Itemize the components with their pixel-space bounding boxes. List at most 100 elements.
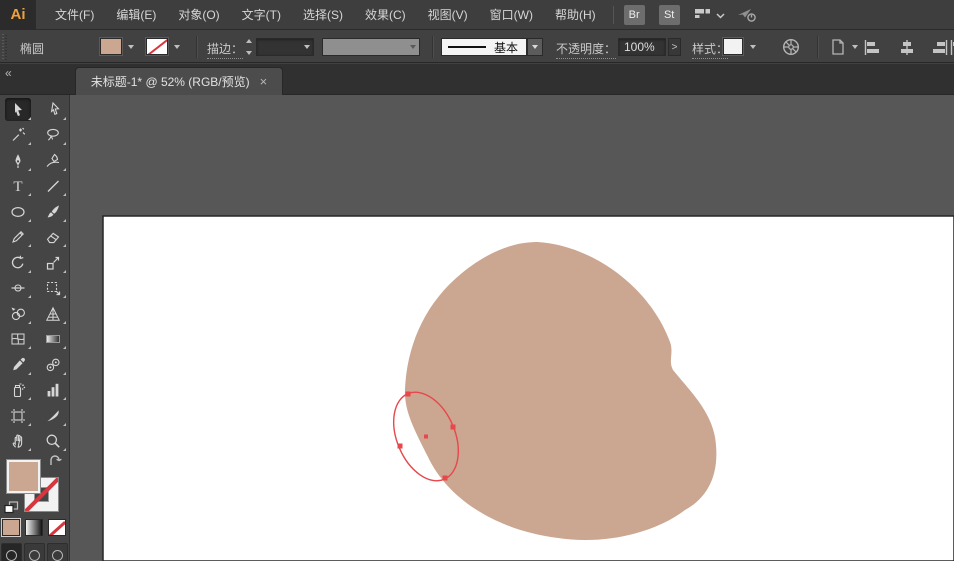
align-top-icon[interactable] [948,37,954,57]
hand-tool[interactable] [0,429,35,455]
brush-definition-select[interactable]: 基本 [441,38,527,56]
pen-tool[interactable] [0,148,35,174]
line-segment-tool[interactable] [35,174,70,200]
stroke-weight-stepper[interactable] [244,39,253,55]
anchor-point[interactable] [398,444,403,449]
blend-tool-icon [45,357,61,373]
tool-flyout-corner [63,193,66,196]
type-tool[interactable]: T [0,174,35,200]
recolor-artwork-icon[interactable] [781,37,801,57]
active-tool-label: 椭圆 [20,40,44,57]
bridge-button[interactable]: Br [624,5,645,25]
anchor-point[interactable] [443,476,448,481]
stroke-color-chevron[interactable] [170,38,183,55]
scale-tool[interactable] [35,250,70,276]
tool-flyout-corner [28,397,31,400]
fill-color-swatch[interactable] [100,38,122,55]
slice-tool[interactable] [35,403,70,429]
document-setup-chevron[interactable] [848,38,861,55]
width-tool[interactable] [0,276,35,302]
center-point[interactable] [424,435,428,439]
shape-builder-tool-icon [10,306,26,322]
magic-wand-tool[interactable] [0,123,35,149]
anchor-point[interactable] [406,392,411,397]
document-setup-icon[interactable] [828,37,848,57]
align-right-icon[interactable] [930,37,950,57]
selection-tool[interactable] [0,97,35,123]
tool-flyout-corner [28,448,31,451]
tab-close-icon[interactable]: × [260,75,268,88]
canvas-pasteboard[interactable] [70,95,954,561]
menu-item-5[interactable]: 选择(S) [292,0,354,30]
opacity-label[interactable]: 不透明度： [556,40,616,59]
artboard-canvas[interactable] [70,95,954,561]
stroke-weight-label[interactable]: 描边： [207,40,243,59]
symbol-sprayer-tool[interactable] [0,378,35,404]
menu-item-6[interactable]: 效果(C) [354,0,417,30]
document-tab[interactable]: 未标题-1* @ 52% (RGB/预览) × [75,67,283,95]
menu-item-2[interactable]: 编辑(E) [105,0,167,30]
menu-item-1[interactable]: 文件(F) [44,0,105,30]
tool-flyout-corner [63,397,66,400]
brush-definition-chevron[interactable] [527,38,543,56]
swap-fill-stroke-icon[interactable] [48,455,63,471]
eyedropper-tool[interactable] [0,352,35,378]
tool-flyout-corner [63,346,66,349]
fill-proxy-swatch[interactable] [6,459,41,494]
stock-button[interactable]: St [659,5,680,25]
paint-color-button[interactable] [2,519,20,536]
paint-gradient-button[interactable] [25,519,43,536]
column-graph-tool[interactable] [35,378,70,404]
zoom-tool[interactable] [35,429,70,455]
menu-item-7[interactable]: 视图(V) [417,0,479,30]
gradient-tool[interactable] [35,327,70,353]
eraser-tool[interactable] [35,225,70,251]
share-power-icon[interactable] [737,7,759,23]
lasso-tool[interactable] [35,123,70,149]
opacity-input[interactable]: 100% [618,38,666,56]
artboard-tool[interactable] [0,403,35,429]
default-fill-stroke-icon[interactable] [4,501,19,517]
align-center-icon[interactable] [897,37,917,57]
draw-inside-button[interactable] [47,543,68,561]
curvature-tool[interactable] [35,148,70,174]
ellipse-tool-icon [10,204,26,220]
shape-builder-tool[interactable] [0,301,35,327]
slice-tool-icon [45,408,61,424]
tool-flyout-corner [63,295,66,298]
draw-behind-button[interactable] [24,543,45,561]
menu-item-4[interactable]: 文字(T) [231,0,292,30]
options-bar-grip[interactable] [2,34,8,60]
align-left-icon[interactable] [862,37,882,57]
draw-normal-button[interactable] [1,543,22,561]
shaper-tool-icon [10,229,26,245]
stroke-weight-select[interactable] [256,38,314,56]
paintbrush-tool[interactable] [35,199,70,225]
tool-flyout-corner [28,295,31,298]
shaper-tool[interactable] [0,225,35,251]
fill-color-chevron[interactable] [124,38,137,55]
perspective-grid-tool[interactable] [35,301,70,327]
direct-selection-tool[interactable] [35,97,70,123]
rotate-tool[interactable] [0,250,35,276]
artboard-tool-icon [10,408,26,424]
opacity-more-button[interactable]: > [668,38,681,56]
style-swatch[interactable] [723,38,743,55]
width-profile-select[interactable] [322,38,420,56]
menu-item-8[interactable]: 窗口(W) [479,0,544,30]
free-transform-tool[interactable] [35,276,70,302]
document-tab-bar: « 未标题-1* @ 52% (RGB/预览) × [0,64,954,95]
options-divider [196,36,197,58]
collapse-panels-button[interactable]: « [5,66,11,80]
stroke-color-swatch[interactable] [146,38,168,55]
menu-item-9[interactable]: 帮助(H) [544,0,607,30]
menu-item-3[interactable]: 对象(O) [167,0,230,30]
style-chevron[interactable] [746,38,759,55]
ellipse-tool[interactable] [0,199,35,225]
blend-tool[interactable] [35,352,70,378]
workspace-switcher-button[interactable] [694,6,725,24]
paint-none-button[interactable] [48,519,66,536]
mesh-tool[interactable] [0,327,35,353]
anchor-point[interactable] [451,425,456,430]
tool-flyout-corner [28,168,31,171]
